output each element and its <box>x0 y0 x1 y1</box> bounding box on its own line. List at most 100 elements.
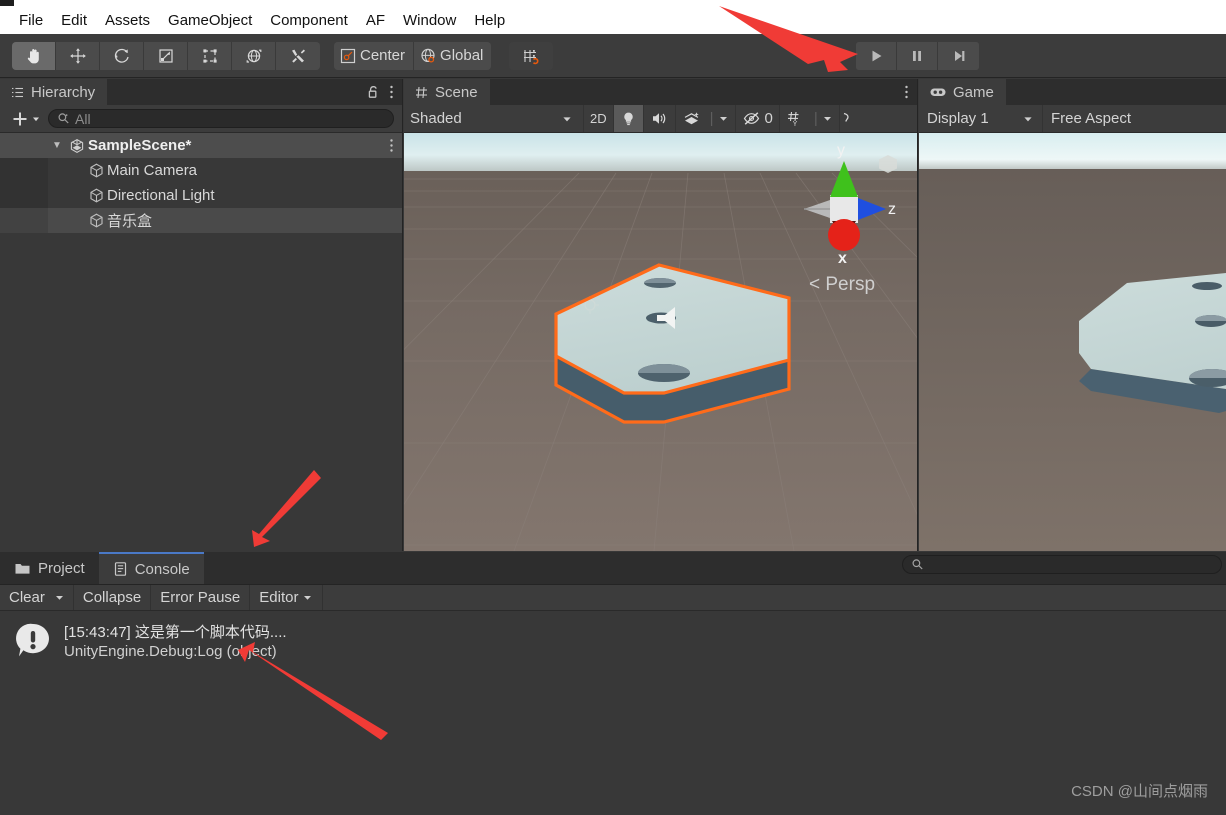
hierarchy-panel: Hierarchy All ▼ SampleScene* Main Camera… <box>0 79 403 551</box>
hierarchy-icon <box>12 87 23 97</box>
hierarchy-row-label: Directional Light <box>107 187 215 204</box>
hand-icon <box>27 48 39 63</box>
grid-snapping-button[interactable] <box>509 41 554 70</box>
scene-hidden-objects-toggle[interactable]: 0 <box>736 105 780 132</box>
tab-scene[interactable]: Scene <box>404 79 490 105</box>
globe-icon <box>421 48 435 63</box>
menu-file[interactable]: File <box>10 10 52 32</box>
scene-fx-chevron[interactable]: | <box>704 105 736 132</box>
play-button[interactable] <box>856 42 897 70</box>
chevron-down-icon <box>55 596 63 600</box>
rect-tool-button[interactable] <box>188 41 232 70</box>
unity-editor-window: File Edit Assets GameObject Component AF… <box>0 0 1226 815</box>
overflow-icon <box>843 112 849 122</box>
pivot-mode-button[interactable]: Center <box>334 41 415 70</box>
hierarchy-search-input[interactable] <box>75 110 385 127</box>
scene-lighting-toggle[interactable] <box>613 105 644 132</box>
custom-tool-button[interactable] <box>276 41 320 70</box>
game-viewport[interactable] <box>919 133 1226 551</box>
rotate-icon <box>114 48 129 63</box>
game-display-dropdown[interactable]: Display 1 <box>919 105 1043 132</box>
menu-edit[interactable]: Edit <box>52 10 96 32</box>
transform-tools-group <box>12 41 320 70</box>
chevron-down-icon <box>823 117 831 121</box>
hierarchy-row-main-camera[interactable]: Main Camera <box>0 158 402 183</box>
console-search-box[interactable] <box>902 555 1222 574</box>
menu-af[interactable]: AF <box>357 10 394 32</box>
main-toolbar: Center Global <box>0 34 1226 78</box>
tab-console-label: Console <box>134 560 190 578</box>
scene-toolbar-overflow[interactable] <box>840 105 856 132</box>
search-icon <box>912 559 923 570</box>
scene-viewport[interactable]: y z x < Persp <box>404 133 917 551</box>
tabbar-spacer <box>490 79 904 105</box>
tab-game[interactable]: Game <box>919 79 1006 105</box>
hand-tool-button[interactable] <box>12 41 56 70</box>
menu-component[interactable]: Component <box>261 10 357 32</box>
scene-grid-dropdown[interactable]: Y <box>780 105 808 132</box>
scene-options-icon[interactable] <box>904 84 909 100</box>
hierarchy-row-label: SampleScene* <box>88 137 192 154</box>
watermark-text: CSDN @山间点烟雨 <box>1071 783 1208 800</box>
tab-project[interactable]: Project <box>0 552 99 584</box>
game-aspect-label: Free Aspect <box>1051 110 1132 127</box>
hierarchy-row-label: Main Camera <box>107 162 198 179</box>
rotate-tool-button[interactable] <box>100 41 144 70</box>
scene-grid-chevron[interactable]: | <box>808 105 840 132</box>
mode-2d-label: 2D <box>590 111 607 126</box>
scene-fx-dropdown[interactable] <box>676 105 704 132</box>
move-icon <box>69 47 86 64</box>
hierarchy-options-icon[interactable] <box>389 84 394 100</box>
grid-axis-icon: Y <box>787 111 799 127</box>
gameobject-cube-icon <box>85 162 107 179</box>
space-mode-button[interactable]: Global <box>414 41 492 70</box>
menu-assets[interactable]: Assets <box>96 10 159 32</box>
hierarchy-row-music-box[interactable]: 音乐盒 <box>0 208 402 233</box>
tab-project-label: Project <box>38 559 85 577</box>
step-button[interactable] <box>938 42 979 70</box>
scene-audio-toggle[interactable] <box>644 105 676 132</box>
console-collapse-button[interactable]: Collapse <box>74 585 152 610</box>
tab-hierarchy[interactable]: Hierarchy <box>0 79 108 105</box>
plus-icon <box>13 112 27 125</box>
console-error-pause-button[interactable]: Error Pause <box>151 585 251 610</box>
console-editor-dropdown[interactable]: Editor <box>250 585 324 610</box>
menu-window[interactable]: Window <box>394 10 465 32</box>
game-display-label: Display 1 <box>927 110 989 127</box>
step-icon <box>954 51 964 61</box>
scale-tool-button[interactable] <box>144 41 188 70</box>
pivot-space-group: Center Global <box>334 41 492 70</box>
scene-grid-icon <box>416 86 427 98</box>
wrench-screwdriver-icon <box>292 49 305 63</box>
eye-off-icon <box>743 112 759 125</box>
gizmo-axis-z-label: z <box>888 201 896 218</box>
console-collapse-label: Collapse <box>82 589 142 606</box>
transform-tool-button[interactable] <box>232 41 276 70</box>
toggle-2d-button[interactable]: 2D <box>584 105 614 132</box>
hierarchy-tabbar: Hierarchy <box>0 79 402 105</box>
scene-expand-twisty[interactable]: ▼ <box>48 140 66 151</box>
pause-button[interactable] <box>897 42 938 70</box>
scene-view-panel: Scene Shaded 2D | 0 Y | y z x < Persp <box>404 79 918 551</box>
hierarchy-toolbar <box>0 105 402 133</box>
indent-strip <box>0 158 48 183</box>
game-aspect-dropdown[interactable]: Free Aspect <box>1043 105 1139 132</box>
hierarchy-search-box[interactable] <box>48 109 394 128</box>
move-tool-button[interactable] <box>56 41 100 70</box>
rect-icon <box>202 48 217 63</box>
console-log-entry[interactable]: [15:43:47] 这是第一个脚本代码.... UnityEngine.Deb… <box>0 611 1226 669</box>
add-gameobject-button[interactable] <box>8 108 44 130</box>
console-search-input[interactable] <box>929 557 1213 572</box>
menu-help[interactable]: Help <box>465 10 514 32</box>
menu-gameobject[interactable]: GameObject <box>159 10 261 32</box>
console-clear-button[interactable]: Clear <box>0 585 50 610</box>
draw-mode-dropdown[interactable]: Shaded <box>404 105 584 132</box>
gameobject-cube-icon <box>85 187 107 204</box>
lock-icon[interactable] <box>366 84 381 100</box>
hierarchy-row-scene[interactable]: ▼ SampleScene* <box>0 133 402 158</box>
hierarchy-row-directional-light[interactable]: Directional Light <box>0 183 402 208</box>
tab-console[interactable]: Console <box>98 552 204 584</box>
scene-row-options-icon[interactable] <box>389 138 394 157</box>
console-clear-dropdown[interactable] <box>50 585 74 610</box>
console-log-text: [15:43:47] 这是第一个脚本代码.... UnityEngine.Deb… <box>64 619 287 660</box>
